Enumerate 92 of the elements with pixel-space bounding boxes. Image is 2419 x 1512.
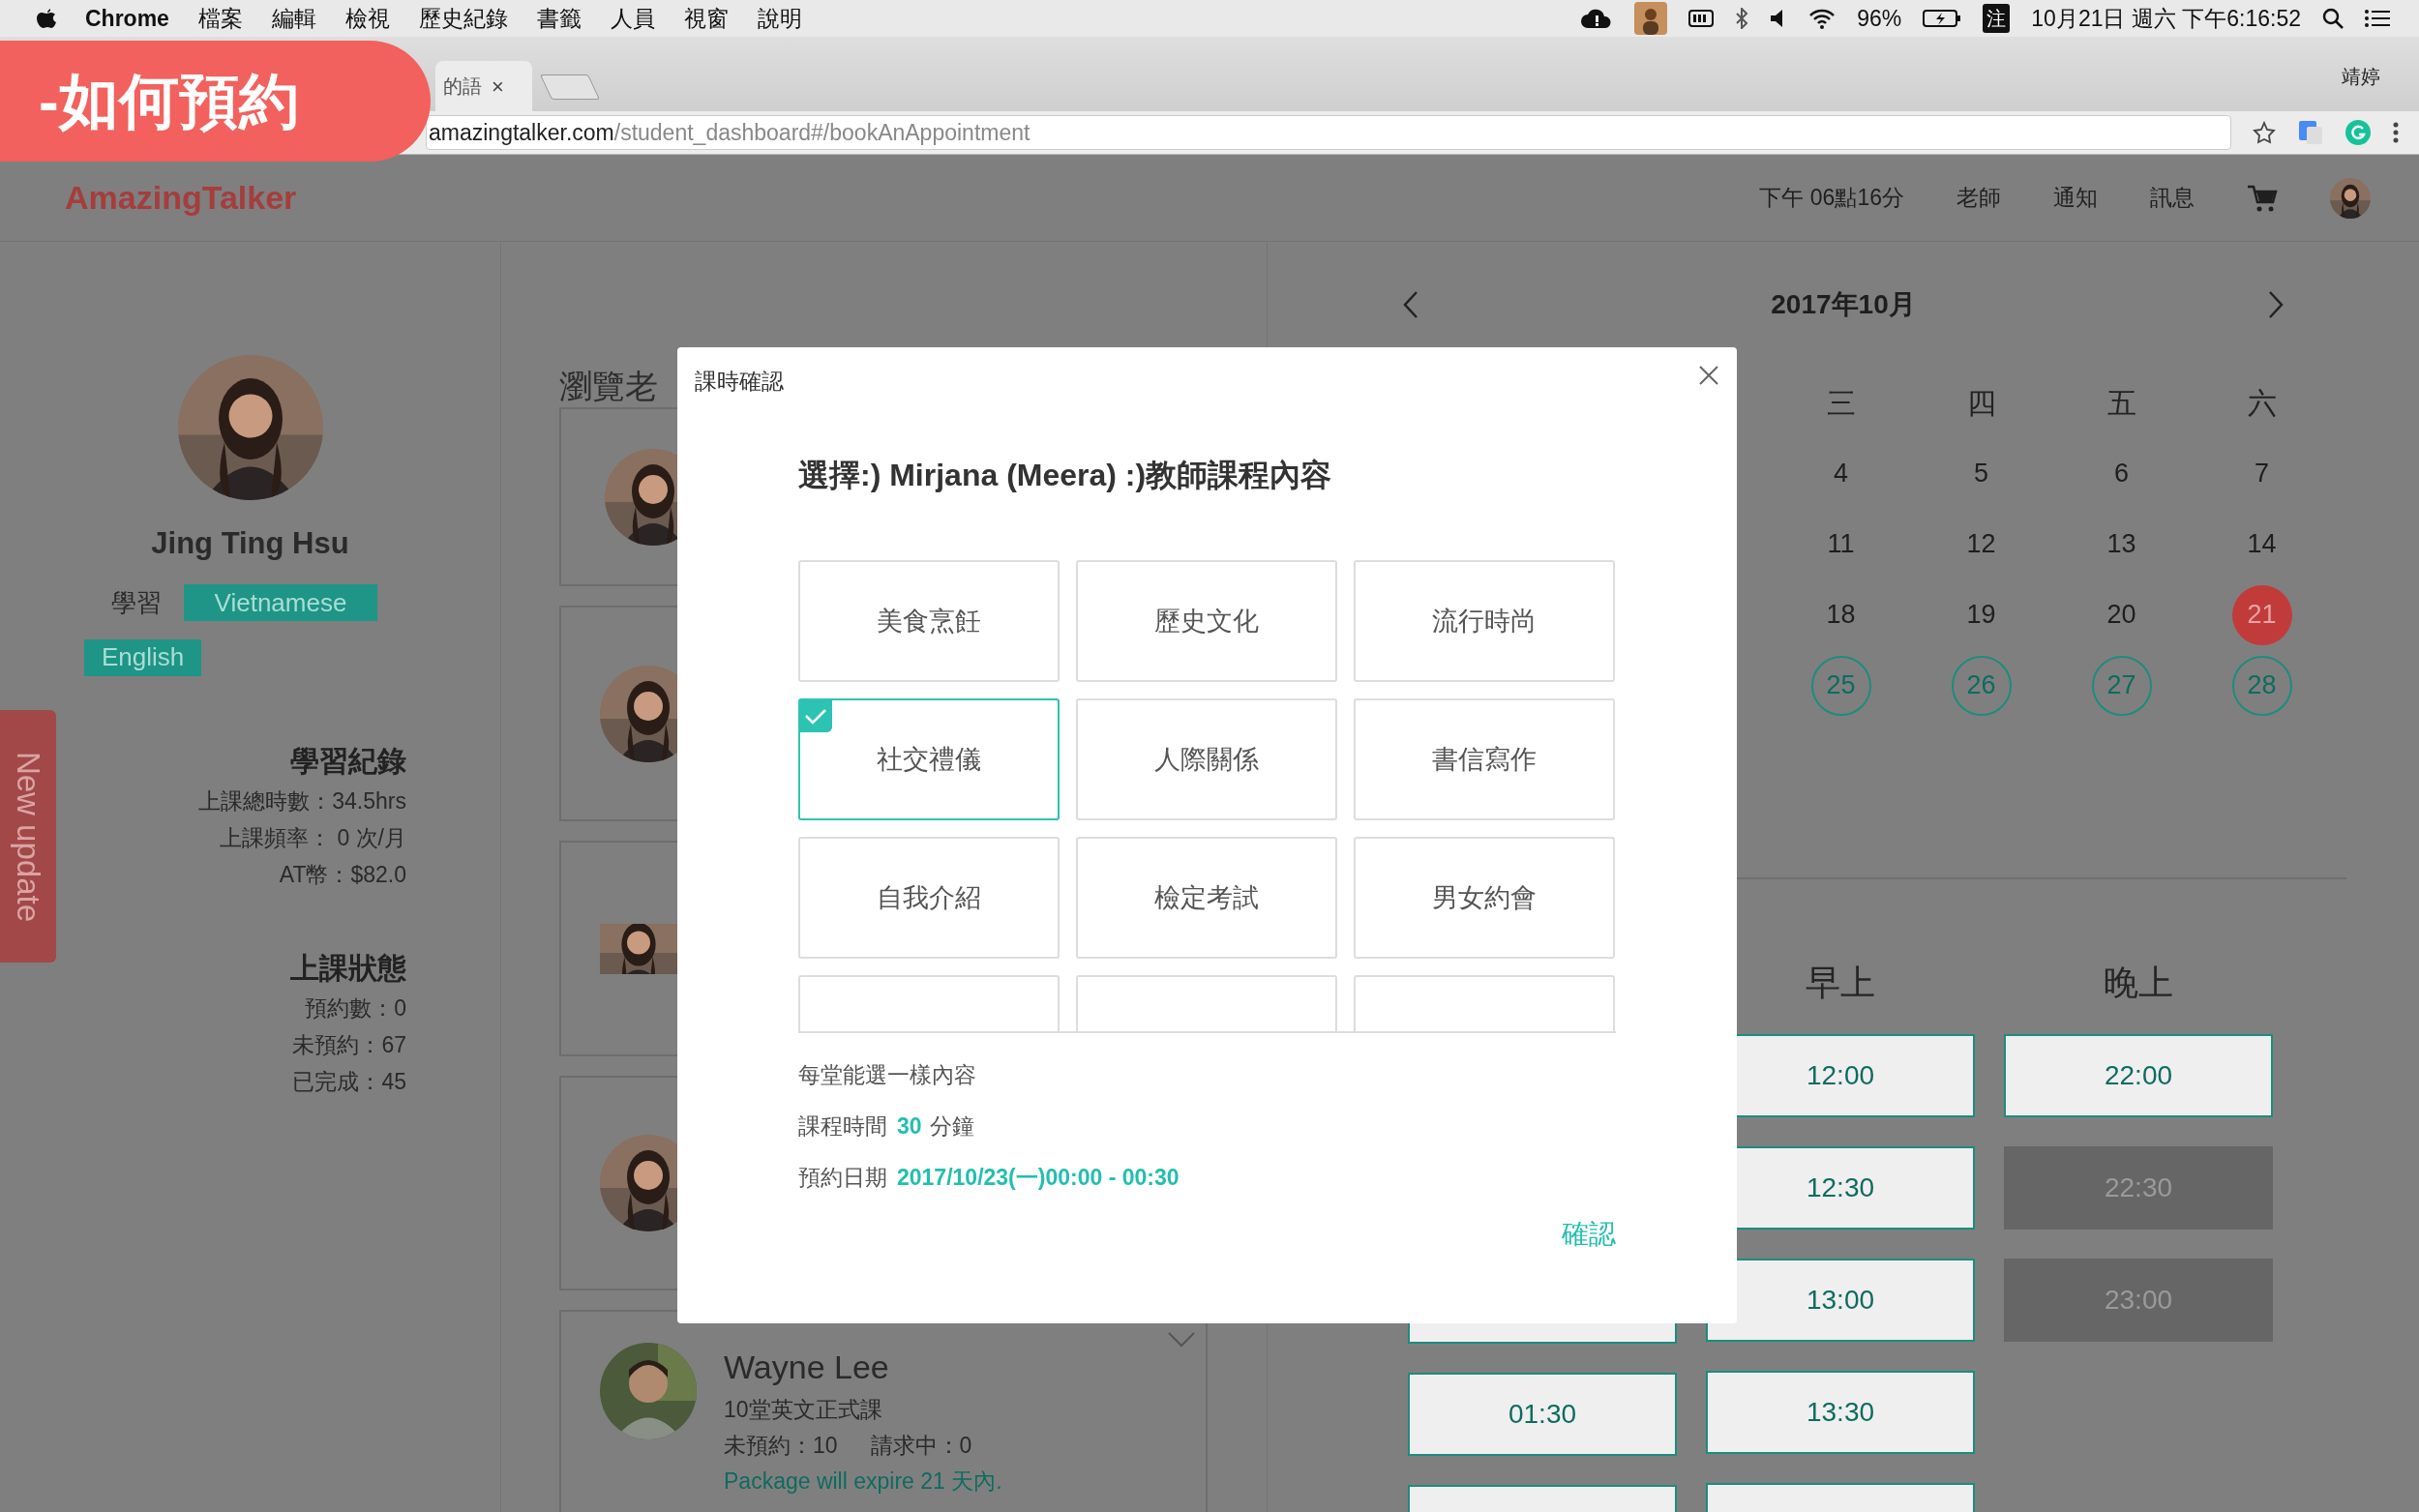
- menu-item[interactable]: 檢視: [344, 1, 390, 36]
- stats-line: 已完成：45: [292, 1067, 406, 1096]
- topic-option[interactable]: 自我介紹: [798, 837, 1060, 959]
- topic-option[interactable]: 流行時尚: [1354, 560, 1615, 682]
- nav-link[interactable]: 訊息: [2150, 181, 2195, 215]
- star-icon[interactable]: [2253, 121, 2276, 144]
- battery-icon[interactable]: [1923, 9, 1962, 28]
- app-menu[interactable]: Chrome: [85, 1, 169, 36]
- date-line: 預約日期 2017/10/23(一)00:00 - 00:30: [798, 1164, 1180, 1192]
- calendar-day: 19: [1951, 584, 2012, 645]
- input-method-indicator[interactable]: 注: [1983, 4, 2011, 33]
- menu-item[interactable]: 說明: [757, 1, 802, 36]
- learning-label: 學習: [111, 586, 162, 619]
- topic-option[interactable]: 社交禮儀: [798, 698, 1060, 820]
- weekday-label: 三: [1826, 386, 1856, 421]
- stats-line: 上課總時數：34.5hrs: [198, 786, 406, 815]
- translate-icon[interactable]: [2297, 119, 2324, 146]
- nav-link[interactable]: 老師: [1956, 181, 2001, 215]
- menu-item[interactable]: 視窗: [683, 1, 729, 36]
- calendar-day: 21: [2231, 584, 2292, 645]
- calendar-day: 6: [2091, 443, 2152, 504]
- period-heading: 晚上: [2103, 962, 2174, 1004]
- time-slot-button[interactable]: 13:00: [1706, 1259, 1975, 1342]
- requesting-count: 請求中：0: [870, 1432, 972, 1460]
- app-icon[interactable]: [1634, 2, 1668, 35]
- time-slot-button[interactable]: 22:00: [2004, 1034, 2273, 1117]
- user-name: Jing Ting Hsu: [151, 525, 349, 562]
- weekday-label: 四: [1966, 386, 1996, 421]
- battery-status-icon[interactable]: [1688, 10, 1715, 27]
- time-slot-button[interactable]: 01:30: [1408, 1373, 1677, 1456]
- weekday-label: 六: [2247, 386, 2277, 421]
- period-heading: 早上: [1805, 962, 1876, 1004]
- list-icon[interactable]: [2365, 9, 2390, 28]
- header-time: 下午 06點16分: [1759, 184, 1904, 213]
- browser-tab[interactable]: 的語 ×: [435, 61, 532, 111]
- more-icon[interactable]: [2392, 121, 2400, 144]
- note-text: 每堂能選一樣內容: [798, 1061, 977, 1089]
- topic-option[interactable]: 書信寫作: [1354, 698, 1615, 820]
- battery-percent: 96%: [1857, 4, 1902, 33]
- unbooked-count: 未預約：10: [724, 1432, 838, 1460]
- apple-icon[interactable]: [37, 7, 56, 30]
- menu-item[interactable]: 人員: [610, 1, 655, 36]
- course-title: 10堂英文正式課: [724, 1396, 883, 1424]
- topic-option[interactable]: 人際關係: [1076, 698, 1337, 820]
- language-tag: Vietnamese: [184, 584, 377, 621]
- modal-heading: 選擇:) Mirjana (Meera) :)教師課程內容: [798, 457, 1332, 494]
- stats-heading: 上課狀態: [290, 950, 406, 986]
- stats-line: 預約數：0: [305, 993, 406, 1023]
- menu-item[interactable]: 編輯: [271, 1, 316, 36]
- tab-title: 的語: [443, 74, 482, 99]
- tab-close-button[interactable]: ×: [492, 70, 504, 103]
- expiry-note: Package will expire 21 天內.: [724, 1468, 1002, 1496]
- language-tag: English: [84, 638, 202, 676]
- search-icon[interactable]: [2322, 8, 2344, 29]
- menu-item[interactable]: 書籤: [536, 1, 582, 36]
- calendar-day: 12: [1951, 514, 2012, 575]
- weekday-label: 五: [2106, 386, 2136, 421]
- calendar-day: 11: [1810, 514, 1871, 575]
- topic-option[interactable]: 檢定考試: [1076, 837, 1337, 959]
- topic-option[interactable]: 歷史文化: [1076, 560, 1337, 682]
- calendar-day: 18: [1810, 584, 1871, 645]
- profile-name[interactable]: 靖婷: [2342, 62, 2380, 91]
- nav-link[interactable]: 通知: [2053, 181, 2098, 215]
- menu-item[interactable]: 歷史紀錄: [418, 1, 508, 36]
- caption-banner: -如何預約: [0, 41, 431, 162]
- calendar-day: 5: [1951, 443, 2012, 504]
- duration-line: 課程時間 30 分鐘: [798, 1112, 975, 1141]
- stats-heading: 學習紀錄: [290, 743, 406, 779]
- stats-line: 未預約：67: [292, 1030, 406, 1059]
- chevron-left-icon[interactable]: [1403, 290, 1419, 319]
- calendar-day: 14: [2231, 514, 2292, 575]
- topic-option[interactable]: 男女約會: [1354, 837, 1615, 959]
- section-heading: 瀏覽老: [559, 367, 658, 406]
- url-text: amazingtalker.com/student_dashboard#/bookAnAppointment: [429, 118, 1030, 147]
- wifi-icon[interactable]: [1808, 8, 1837, 29]
- address-field[interactable]: amazingtalker.com/student_dashboard#/bookAnAppointment: [426, 115, 2231, 150]
- modal-title: 課時確認: [695, 368, 784, 396]
- time-slot-button[interactable]: 13:30: [1706, 1371, 1975, 1454]
- calendar-day: 4: [1810, 443, 1871, 504]
- chevron-right-icon[interactable]: [2268, 290, 2284, 319]
- stats-line: AT幣：$82.0: [279, 860, 406, 889]
- calendar-day: 20: [2091, 584, 2152, 645]
- cart-icon[interactable]: [2247, 183, 2278, 213]
- menubar-clock[interactable]: 10月21日 週六 下午6:16:52: [2031, 1, 2301, 36]
- teacher-name: Wayne Lee: [724, 1348, 890, 1387]
- menu-item[interactable]: 檔案: [197, 1, 243, 36]
- bluetooth-icon[interactable]: [1735, 8, 1749, 29]
- stats-line: 上課頻率： 0 次/月: [220, 823, 406, 852]
- calendar-day: 7: [2231, 443, 2292, 504]
- calendar-day: 13: [2091, 514, 2152, 575]
- month-title: 2017年10月: [1771, 288, 1916, 321]
- topic-option[interactable]: 美食烹飪: [798, 560, 1060, 682]
